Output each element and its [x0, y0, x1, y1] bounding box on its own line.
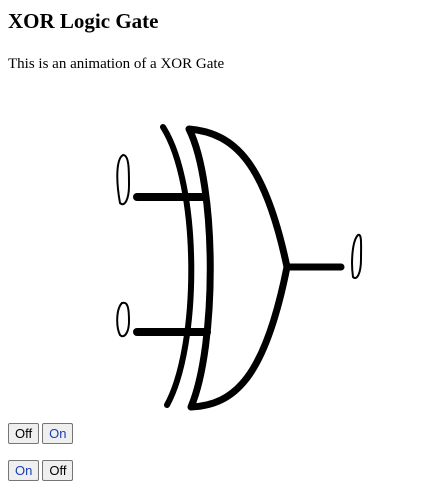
or-gate-body: [185, 125, 291, 411]
input-a-controls: Off On: [8, 423, 74, 444]
input-b-controls: On Off: [8, 460, 74, 481]
input-b-off-button[interactable]: Off: [42, 460, 74, 481]
input-b-indicator: [116, 301, 131, 338]
input-a-indicator: [116, 153, 131, 206]
output-indicator: [351, 233, 363, 279]
input-a-off-button[interactable]: Off: [8, 423, 40, 444]
input-b-on-button[interactable]: On: [8, 460, 40, 481]
input-a-on-button[interactable]: On: [42, 423, 74, 444]
xor-input-curve: [160, 124, 195, 408]
xor-gate-diagram: [116, 124, 363, 411]
intro-text: This is an animation of a XOR Gate: [8, 56, 225, 72]
page-title: XOR Logic Gate: [8, 9, 159, 33]
